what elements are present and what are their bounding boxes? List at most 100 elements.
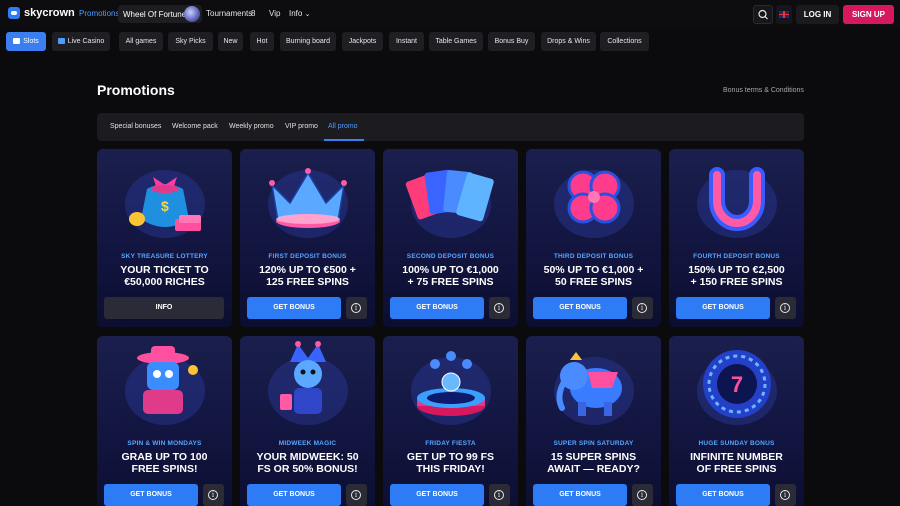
page-title: Promotions <box>97 82 175 98</box>
logo-text: skycrown <box>24 7 75 19</box>
get-bonus-button[interactable]: GET BONUS <box>104 484 198 506</box>
category-bonus-buy[interactable]: Bonus Buy <box>488 32 535 51</box>
card-headline: 120% UP TO €500 +125 FREE SPINS <box>259 264 356 288</box>
get-bonus-button[interactable]: GET BONUS <box>247 484 341 506</box>
category-table-games[interactable]: Table Games <box>429 32 483 51</box>
info-icon: i <box>780 490 790 500</box>
four-leaf-clover-icon <box>554 170 634 238</box>
promo-card: THIRD DEPOSIT BONUS 50% UP TO €1,000 +50… <box>526 149 661 327</box>
card-subtitle: SUPER SPIN SATURDAY <box>553 440 634 447</box>
promo-card: SUPER SPIN SATURDAY 15 SUPER SPINS AWAIT … <box>526 336 661 506</box>
coin-pedestal-icon <box>411 351 491 425</box>
category-slots[interactable]: Slots <box>6 32 46 51</box>
category-all-games[interactable]: All games <box>119 32 163 51</box>
card-subtitle: HUGE SUNDAY BONUS <box>698 440 775 447</box>
info-button[interactable]: i <box>775 484 796 506</box>
tab-special-bonuses[interactable]: Special bonuses <box>110 123 161 130</box>
get-bonus-button[interactable]: GET BONUS <box>533 484 627 506</box>
live-casino-icon <box>57 38 65 44</box>
flag-uk-icon <box>779 11 789 18</box>
horseshoe-icon <box>697 167 777 238</box>
elephant-icon <box>554 352 634 425</box>
get-bonus-button[interactable]: GET BONUS <box>390 484 484 506</box>
category-hot[interactable]: Hot <box>250 32 274 51</box>
language-button[interactable] <box>776 5 792 24</box>
get-bonus-button[interactable]: GET BONUS <box>676 297 770 319</box>
login-button[interactable]: LOG IN <box>796 5 839 24</box>
get-bonus-button[interactable]: GET BONUS <box>390 297 484 319</box>
info-button[interactable]: INFO <box>104 297 224 319</box>
info-button[interactable]: i <box>489 297 510 319</box>
card-headline: 15 SUPER SPINS AWAIT — READY? <box>547 451 640 475</box>
promo-tabs: Special bonuses Welcome pack Weekly prom… <box>97 113 804 141</box>
category-sky-picks[interactable]: Sky Picks <box>168 32 213 51</box>
playing-cards-icon <box>405 169 494 238</box>
cowboy-robot-icon <box>125 346 205 425</box>
category-collections[interactable]: Collections <box>600 32 649 51</box>
active-tab-indicator <box>324 139 364 141</box>
category-live-casino[interactable]: Live Casino <box>52 32 110 51</box>
wheel-icon <box>184 6 200 22</box>
card-headline: YOUR MIDWEEK: 50 FS OR 50% BONUS! <box>256 451 359 475</box>
tournaments-count: 8 <box>251 9 256 18</box>
nav-tournaments[interactable]: Tournaments <box>206 9 252 18</box>
money-bag-icon: $ <box>125 170 205 238</box>
wheel-number: 7 <box>731 372 743 397</box>
bonus-terms-link[interactable]: Bonus terms & Conditions <box>723 87 804 94</box>
info-icon: i <box>780 303 790 313</box>
category-jackpots[interactable]: Jackpots <box>342 32 383 51</box>
card-subtitle: SECOND DEPOSIT BONUS <box>406 253 495 260</box>
get-bonus-button[interactable]: GET BONUS <box>533 297 627 319</box>
tab-all-promo[interactable]: All promo <box>328 123 358 130</box>
info-button[interactable]: i <box>632 297 653 319</box>
info-button[interactable]: i <box>346 484 367 506</box>
jester-icon <box>268 341 348 425</box>
nav-promotions[interactable]: Promotions <box>79 9 119 18</box>
lucky-seven-wheel-icon: 7 <box>697 350 777 425</box>
nav-info[interactable]: Info ⌄ <box>289 9 310 18</box>
promo-card: SPIN & WIN MONDAYS GRAB UP TO 100 FREE SP… <box>97 336 232 506</box>
category-new[interactable]: New <box>218 32 243 51</box>
info-button[interactable]: i <box>489 484 510 506</box>
tab-weekly-promo[interactable]: Weekly promo <box>229 123 274 130</box>
nav-wheel-of-fortune[interactable]: Wheel Of Fortune <box>118 5 202 23</box>
wheel-label: Wheel Of Fortune <box>123 10 187 19</box>
card-headline: 150% UP TO €2,500 + 150 FREE SPINS <box>688 264 785 288</box>
search-button[interactable] <box>753 5 773 24</box>
card-subtitle: SKY TREASURE LOTTERY <box>121 253 208 260</box>
promo-card: 7 HUGE SUNDAY BONUS INFINITE NUMBER OF FR… <box>669 336 804 506</box>
category-instant[interactable]: Instant <box>389 32 424 51</box>
chevron-down-icon: ⌄ <box>304 11 311 18</box>
logo[interactable]: skycrown <box>8 7 75 19</box>
category-burning-board[interactable]: Burning board <box>280 32 336 51</box>
promo-card: MIDWEEK MAGIC YOUR MIDWEEK: 50 FS OR 50% … <box>240 336 375 506</box>
category-drops-wins[interactable]: Drops & Wins <box>541 32 596 51</box>
info-icon: i <box>351 303 361 313</box>
info-button[interactable]: i <box>203 484 224 506</box>
skycrown-logo-icon <box>8 7 20 19</box>
card-headline: GRAB UP TO 100 FREE SPINS! <box>121 451 208 475</box>
slots-icon <box>13 38 21 44</box>
card-subtitle: SPIN & WIN MONDAYS <box>127 440 202 447</box>
info-icon: i <box>208 490 218 500</box>
tab-vip-promo[interactable]: VIP promo <box>285 123 318 130</box>
signup-button[interactable]: SIGN UP <box>843 5 894 24</box>
nav-vip[interactable]: Vip <box>269 9 280 18</box>
card-subtitle: FOURTH DEPOSIT BONUS <box>693 253 780 260</box>
get-bonus-button[interactable]: GET BONUS <box>676 484 770 506</box>
get-bonus-button[interactable]: GET BONUS <box>247 297 341 319</box>
info-button[interactable]: i <box>632 484 653 506</box>
tab-welcome-pack[interactable]: Welcome pack <box>172 123 218 130</box>
card-subtitle: FRIDAY FIESTA <box>425 440 476 447</box>
info-button[interactable]: i <box>775 297 796 319</box>
search-icon <box>758 9 768 20</box>
info-icon: i <box>494 490 504 500</box>
card-headline: 50% UP TO €1,000 +50 FREE SPINS <box>543 264 644 288</box>
info-button[interactable]: i <box>346 297 367 319</box>
info-icon: i <box>494 303 504 313</box>
promo-card: $ SKY TREASURE LOTTERY YOUR TICKET TO €50… <box>97 149 232 327</box>
info-icon: i <box>637 303 647 313</box>
info-icon: i <box>351 490 361 500</box>
promo-card: FIRST DEPOSIT BONUS 120% UP TO €500 +125… <box>240 149 375 327</box>
card-subtitle: THIRD DEPOSIT BONUS <box>553 253 634 260</box>
